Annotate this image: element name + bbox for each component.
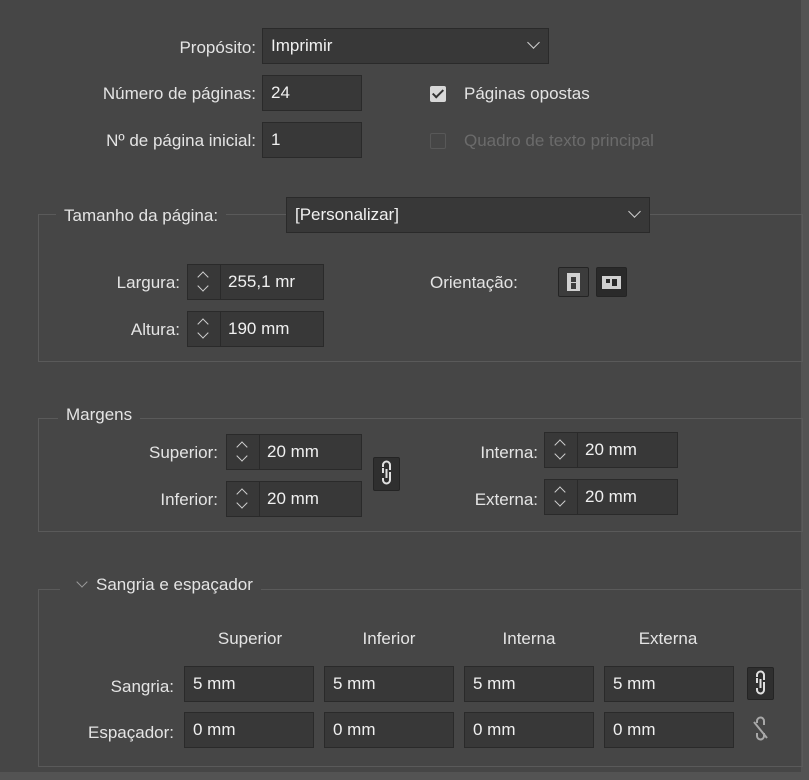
margin-inside-value: 20 mm xyxy=(585,440,637,459)
margin-outside-value: 20 mm xyxy=(585,487,637,506)
bleed-label: Sangria: xyxy=(110,677,174,696)
page-size-title: Tamanho da página: xyxy=(56,206,227,226)
margin-outside-stepper[interactable]: 20 mm xyxy=(544,479,678,515)
stepper-arrows-icon[interactable] xyxy=(545,480,578,514)
purpose-value: Imprimir xyxy=(271,36,333,55)
portrait-orientation-icon[interactable] xyxy=(558,267,589,297)
pages-label: Número de páginas: xyxy=(102,84,256,103)
width-label: Largura: xyxy=(116,273,180,292)
bleed-inside-input[interactable]: 5 mm xyxy=(464,666,594,702)
document-setup-panel: Propósito: Imprimir Número de páginas: 2… xyxy=(0,0,805,776)
margins-group xyxy=(38,418,803,532)
margin-top-value: 20 mm xyxy=(267,442,319,461)
primary-text-frame-checkbox[interactable] xyxy=(430,133,446,149)
primary-text-frame-label: Quadro de texto principal xyxy=(464,131,654,150)
margins-title: Margens xyxy=(58,405,141,425)
slug-label: Espaçador: xyxy=(88,723,174,742)
page-size-dropdown[interactable]: [Personalizar] xyxy=(286,197,650,233)
unlink-slug-icon[interactable] xyxy=(747,713,774,746)
landscape-orientation-icon[interactable] xyxy=(596,267,627,297)
slug-inside-input[interactable]: 0 mm xyxy=(464,712,594,748)
stepper-arrows-icon[interactable] xyxy=(188,312,221,346)
orientation-label: Orientação: xyxy=(430,273,518,292)
start-page-label: Nº de página inicial: xyxy=(106,131,256,150)
margin-outside-label: Externa: xyxy=(474,490,538,509)
stepper-arrows-icon[interactable] xyxy=(227,435,260,469)
link-margins-icon[interactable] xyxy=(373,457,400,491)
column-header-outside: Externa xyxy=(638,629,698,648)
page-size-value: [Personalizar] xyxy=(295,205,399,224)
margin-bottom-label: Inferior: xyxy=(160,490,218,509)
stepper-arrows-icon[interactable] xyxy=(227,482,260,516)
height-stepper[interactable]: 190 mm xyxy=(187,311,324,347)
slug-bottom-input[interactable]: 0 mm xyxy=(324,712,454,748)
chevron-down-icon xyxy=(527,36,540,49)
start-page-input[interactable]: 1 xyxy=(262,122,362,158)
purpose-label: Propósito: xyxy=(179,38,256,57)
purpose-dropdown[interactable]: Imprimir xyxy=(262,28,549,64)
column-header-inside: Interna xyxy=(502,629,556,648)
slug-top-input[interactable]: 0 mm xyxy=(184,712,314,748)
column-header-bottom: Inferior xyxy=(362,629,416,648)
margin-inside-stepper[interactable]: 20 mm xyxy=(544,432,678,468)
column-header-top: Superior xyxy=(217,629,283,648)
facing-pages-label: Páginas opostas xyxy=(464,84,590,103)
pages-input[interactable]: 24 xyxy=(262,75,362,111)
height-label: Altura: xyxy=(130,320,180,339)
bleed-slug-title[interactable]: Sangria e espaçador xyxy=(60,575,261,595)
margin-inside-label: Interna: xyxy=(480,443,538,462)
bleed-outside-input[interactable]: 5 mm xyxy=(604,666,734,702)
width-stepper[interactable]: 255,1 mr xyxy=(187,264,324,300)
margin-bottom-value: 20 mm xyxy=(267,489,319,508)
margin-bottom-stepper[interactable]: 20 mm xyxy=(226,481,362,517)
bleed-bottom-input[interactable]: 5 mm xyxy=(324,666,454,702)
stepper-arrows-icon[interactable] xyxy=(545,433,578,467)
slug-outside-input[interactable]: 0 mm xyxy=(604,712,734,748)
chevron-down-icon xyxy=(628,205,641,218)
facing-pages-checkbox[interactable] xyxy=(430,86,446,102)
bleed-top-input[interactable]: 5 mm xyxy=(184,666,314,702)
margin-top-stepper[interactable]: 20 mm xyxy=(226,434,362,470)
stepper-arrows-icon[interactable] xyxy=(188,265,221,299)
width-value: 255,1 mr xyxy=(228,272,296,291)
margin-top-label: Superior: xyxy=(149,443,218,462)
link-bleed-icon[interactable] xyxy=(747,667,774,700)
height-value: 190 mm xyxy=(228,319,290,338)
